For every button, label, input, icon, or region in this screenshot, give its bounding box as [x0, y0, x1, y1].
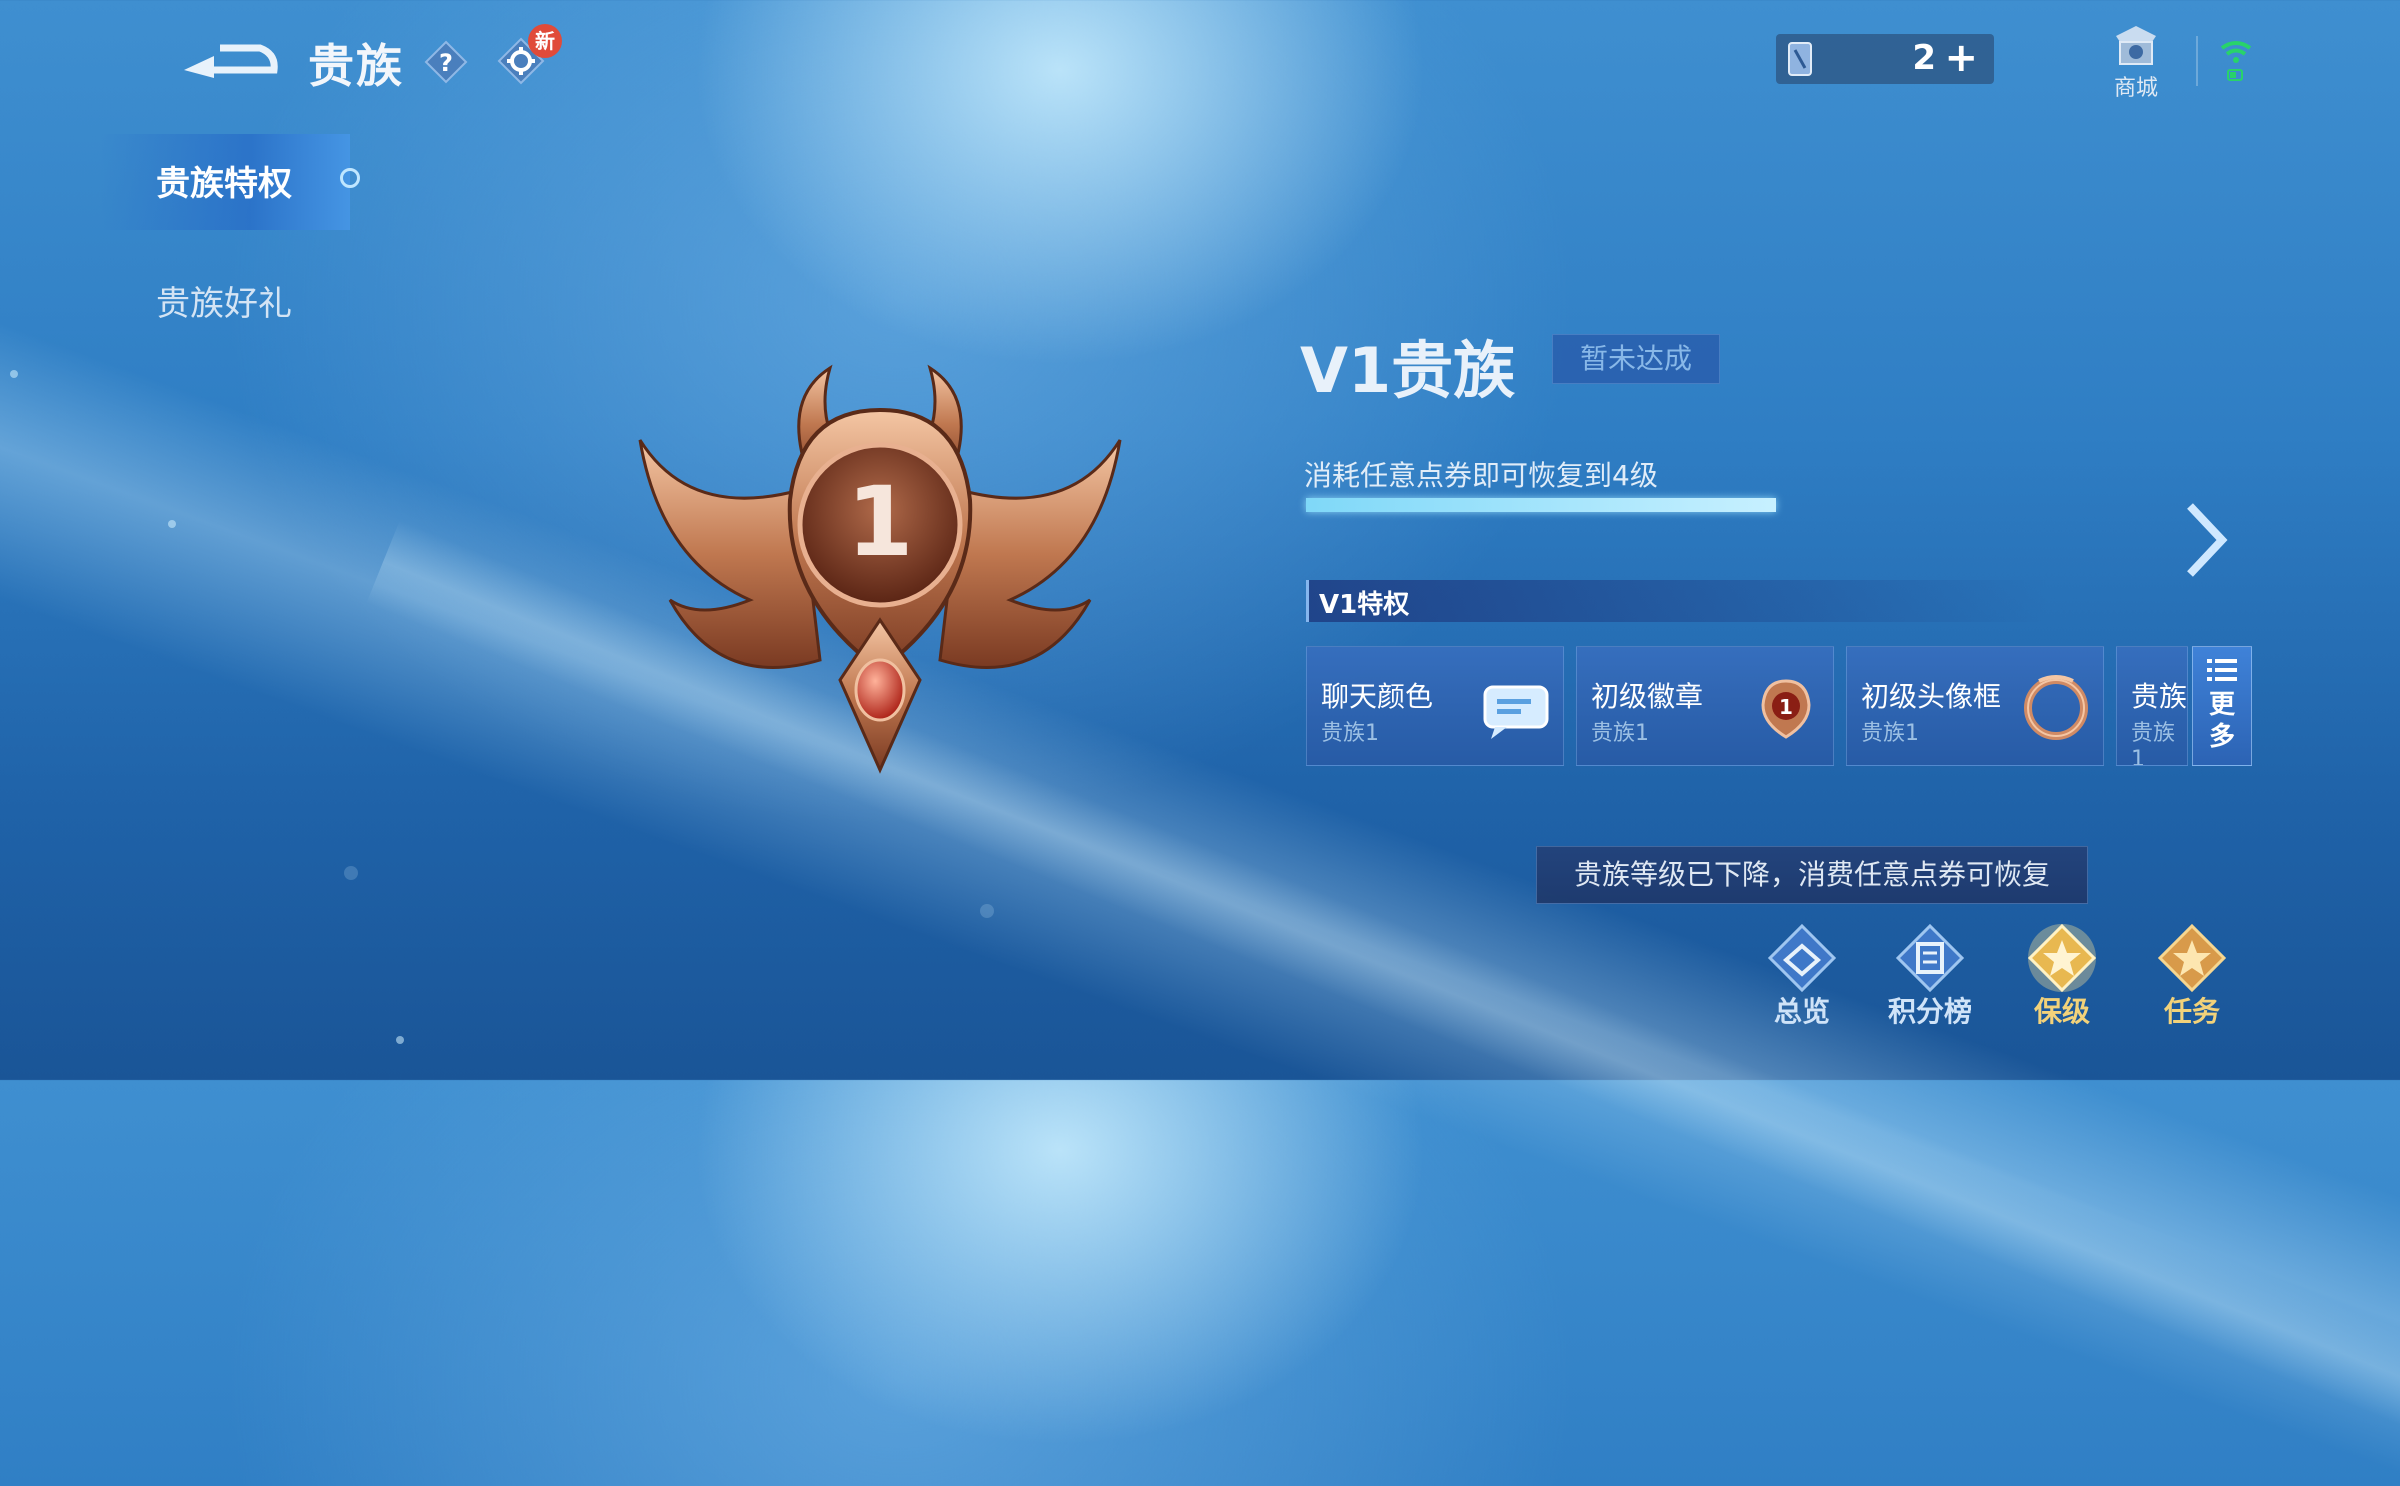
- noble-level-title: V1贵族: [1300, 334, 1516, 407]
- nav-label: 保级: [2033, 995, 2090, 1028]
- back-arrow-icon: [184, 44, 278, 78]
- badge-icon: 1: [1761, 679, 1811, 739]
- help-button[interactable]: ?: [424, 40, 468, 84]
- privilege-card-title: 初级徽章: [1591, 680, 1704, 713]
- sidebar-item-gifts[interactable]: 贵族好礼: [156, 276, 292, 325]
- task-icon: [2157, 923, 2227, 993]
- shop-label: 商城: [2113, 76, 2158, 101]
- privileges-header: V1特权: [1306, 580, 2049, 622]
- leaderboard-icon: [1895, 923, 1965, 993]
- page-title: 贵族: [308, 39, 404, 93]
- nav-label: 任务: [2163, 995, 2220, 1028]
- add-currency-button[interactable]: +: [1944, 36, 1978, 80]
- topbar-divider: [2196, 36, 2198, 86]
- svg-text:?: ?: [439, 49, 453, 77]
- new-badge: 新: [528, 24, 562, 58]
- nav-leaderboard[interactable]: 积分榜: [1880, 922, 1980, 1032]
- chat-bubble-icon: [1483, 685, 1549, 739]
- coupon-card-icon: [1788, 42, 1812, 76]
- nav-label: 总览: [1773, 995, 1830, 1028]
- avatar-frame-icon: [2024, 675, 2088, 740]
- wifi-signal-icon: [2220, 41, 2252, 81]
- overview-icon: [1767, 923, 1837, 993]
- sidebar-item-privileges[interactable]: 贵族特权: [156, 156, 292, 205]
- chevron-right-icon: [2187, 503, 2228, 577]
- back-button[interactable]: [180, 34, 280, 86]
- emblem-level-number: 1: [847, 466, 914, 578]
- privilege-card-level: 贵族1: [1321, 721, 1379, 746]
- currency-display[interactable]: 2 +: [1776, 34, 1994, 84]
- list-icon: [2207, 659, 2237, 681]
- noble-level-emblem: 1: [630, 360, 1130, 780]
- level-progress-fill: [1306, 498, 1776, 512]
- privilege-card-level: 贵族1: [1591, 721, 1649, 746]
- level-progress-bar: [1306, 498, 1776, 512]
- nav-label: 积分榜: [1887, 995, 1972, 1028]
- privilege-card-title: 贵族: [2131, 680, 2188, 713]
- privilege-card-avatar-frame[interactable]: 初级头像框 贵族1: [1846, 646, 2104, 766]
- background-sparkle: [980, 904, 994, 918]
- background-sparkle: [396, 1036, 404, 1044]
- privilege-card-title: 聊天颜色: [1321, 680, 1434, 713]
- privilege-card-level: 贵族1: [2131, 721, 2176, 766]
- nav-keep-level[interactable]: 保级: [2012, 922, 2112, 1032]
- shop-button[interactable]: 商城: [2100, 22, 2172, 102]
- background-sparkle: [10, 370, 18, 378]
- background-sparkle: [344, 866, 358, 880]
- privilege-card-badge[interactable]: 初级徽章 贵族1 1: [1576, 646, 1834, 766]
- privilege-card-noble[interactable]: 贵族 贵族1: [2116, 646, 2188, 766]
- keep-level-icon: [2027, 923, 2097, 993]
- sidebar-selected-indicator: [340, 168, 360, 188]
- more-privileges-button[interactable]: 更多: [2192, 646, 2252, 766]
- shop-icon: [2116, 26, 2156, 65]
- nav-overview[interactable]: 总览: [1752, 922, 1852, 1032]
- next-level-button[interactable]: [2180, 500, 2230, 580]
- privileges-header-label: V1特权: [1319, 590, 1410, 620]
- level-drop-toast: 贵族等级已下降，消费任意点券可恢复: [1536, 846, 2088, 904]
- question-icon: ?: [424, 40, 468, 84]
- privilege-card-title: 初级头像框: [1861, 680, 2002, 713]
- background-sparkle: [168, 520, 176, 528]
- progress-description: 消耗任意点券即可恢复到4级: [1304, 459, 1658, 492]
- svg-text:1: 1: [1779, 695, 1793, 719]
- privilege-card-chat-color[interactable]: 聊天颜色 贵族1: [1306, 646, 1564, 766]
- status-badge: 暂未达成: [1552, 334, 1720, 384]
- more-label: 更多: [2208, 690, 2235, 752]
- privilege-card-level: 贵族1: [1861, 721, 1919, 746]
- nav-task[interactable]: 任务: [2142, 922, 2242, 1032]
- currency-amount: 2: [1912, 38, 1936, 78]
